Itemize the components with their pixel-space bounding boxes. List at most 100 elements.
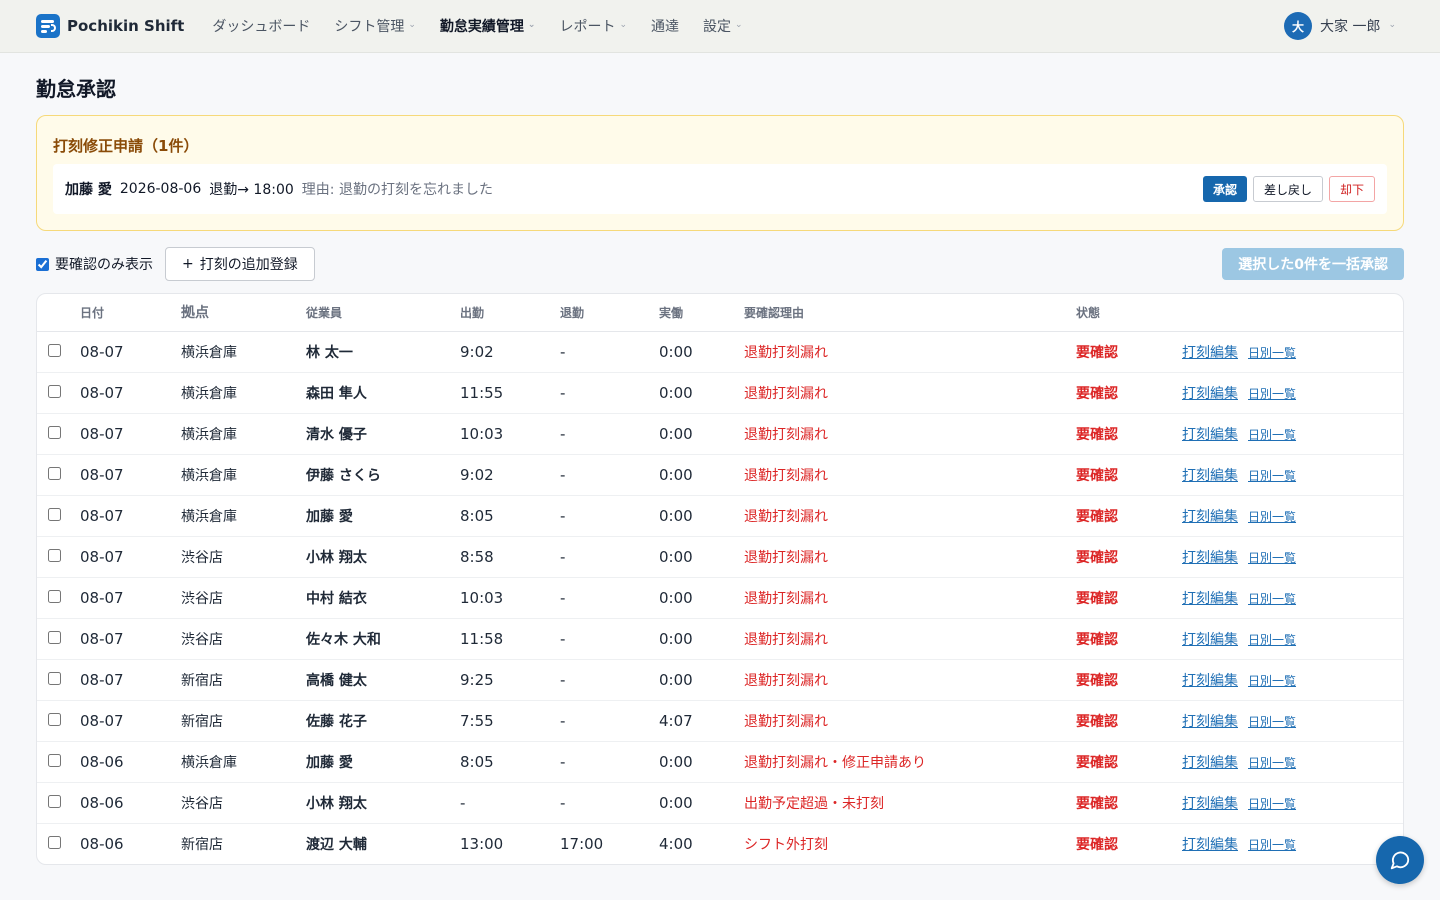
edit-punch-link[interactable]: 打刻編集 [1182, 632, 1238, 648]
cell-site: 横浜倉庫 [181, 495, 306, 537]
add-punch-button[interactable]: + 打刻の追加登録 [165, 247, 315, 281]
cell-site: 横浜倉庫 [181, 413, 306, 455]
daily-list-link[interactable]: 日別一覧 [1248, 551, 1296, 565]
row-checkbox[interactable] [48, 384, 61, 398]
row-checkbox[interactable] [48, 343, 61, 357]
edit-punch-link[interactable]: 打刻編集 [1182, 345, 1238, 361]
cell-reason: 退勤打刻漏れ [744, 413, 1076, 455]
edit-punch-link[interactable]: 打刻編集 [1182, 386, 1238, 402]
row-checkbox[interactable] [48, 753, 61, 767]
cell-actions: 打刻編集 日別一覧 [1182, 659, 1403, 701]
cell-worked: 0:00 [659, 413, 744, 455]
daily-list-link[interactable]: 日別一覧 [1248, 797, 1296, 811]
cell-actions: 打刻編集 日別一覧 [1182, 413, 1403, 455]
cell-reason: 退勤打刻漏れ [744, 331, 1076, 373]
cell-actions: 打刻編集 日別一覧 [1182, 577, 1403, 619]
daily-list-link[interactable]: 日別一覧 [1248, 756, 1296, 770]
cell-worked: 0:00 [659, 536, 744, 578]
main-content: 勤怠承認 打刻修正申請（1件） 加藤 愛 2026-08-06 退勤→ 18:0… [0, 73, 1440, 865]
nav-item-1[interactable]: シフト管理 ⌄ [334, 16, 416, 36]
edit-punch-link[interactable]: 打刻編集 [1182, 837, 1238, 853]
chevron-down-icon: ⌄ [735, 20, 743, 30]
correction-request-title: 打刻修正申請（1件） [53, 137, 199, 155]
nav-item-4[interactable]: 通達 [651, 16, 679, 36]
row-checkbox[interactable] [48, 466, 61, 480]
table-row: 08-06 渋谷店 小林 翔太 - -0:00 出勤予定超過・未打刻 要確認 打刻編集 日別一覧 [37, 782, 1403, 824]
nav-item-2[interactable]: 勤怠実績管理 ⌄ [440, 16, 536, 36]
cell-actions: 打刻編集 日別一覧 [1182, 700, 1403, 742]
cell-reason: 退勤打刻漏れ [744, 536, 1076, 578]
cell-status: 要確認 [1076, 454, 1182, 496]
cell-date: 08-07 [80, 454, 181, 496]
daily-list-link[interactable]: 日別一覧 [1248, 469, 1296, 483]
nav-item-5[interactable]: 設定 ⌄ [703, 16, 743, 36]
col-date: 日付 [80, 294, 181, 332]
cell-employee: 加藤 愛 [306, 741, 460, 783]
daily-list-link[interactable]: 日別一覧 [1248, 674, 1296, 688]
reject-button[interactable]: 却下 [1328, 176, 1375, 202]
chat-bubble-icon [1390, 851, 1410, 870]
edit-punch-link[interactable]: 打刻編集 [1182, 468, 1238, 484]
daily-list-link[interactable]: 日別一覧 [1248, 592, 1296, 606]
edit-punch-link[interactable]: 打刻編集 [1182, 673, 1238, 689]
edit-punch-link[interactable]: 打刻編集 [1182, 550, 1238, 566]
edit-punch-link[interactable]: 打刻編集 [1182, 509, 1238, 525]
chevron-down-icon: ⌄ [619, 20, 627, 30]
top-navbar: Pochikin Shift ダッシュボード シフト管理 ⌄ 勤怠実績管理 ⌄ レポート ⌄… [0, 0, 1440, 53]
approve-button[interactable]: 承認 [1202, 176, 1247, 202]
daily-list-link[interactable]: 日別一覧 [1248, 387, 1296, 401]
cell-actions: 打刻編集 日別一覧 [1182, 782, 1403, 824]
needs-review-filter[interactable]: 要確認のみ表示 [36, 254, 153, 274]
col-status: 状態 [1076, 294, 1182, 332]
cell-clock-in: 11:58 [460, 618, 560, 660]
row-checkbox[interactable] [48, 548, 61, 562]
chevron-down-icon: ⌄ [1388, 20, 1396, 30]
attendance-table-card: 日付 拠点 従業員 出勤 退勤 実働 要確認理由 状態 08-07 横浜倉庫林 太… [36, 293, 1404, 865]
cell-employee: 森田 隼人 [306, 372, 460, 414]
chat-button[interactable] [1376, 836, 1424, 884]
row-checkbox[interactable] [48, 794, 61, 808]
edit-punch-link[interactable]: 打刻編集 [1182, 591, 1238, 607]
needs-review-checkbox[interactable] [36, 257, 49, 271]
cell-worked: 0:00 [659, 495, 744, 537]
cell-site: 横浜倉庫 [181, 372, 306, 414]
col-site: 拠点 [181, 294, 306, 332]
cell-date: 08-07 [80, 372, 181, 414]
cell-clock-in: 8:05 [460, 495, 560, 537]
cell-employee: 伊藤 さくら [306, 454, 460, 496]
edit-punch-link[interactable]: 打刻編集 [1182, 427, 1238, 443]
cell-worked: 0:00 [659, 782, 744, 824]
user-menu[interactable]: 大 大家 一郎 ⌄ [1284, 12, 1396, 40]
row-checkbox[interactable] [48, 630, 61, 644]
row-checkbox[interactable] [48, 507, 61, 521]
nav-item-0[interactable]: ダッシュボード [212, 16, 310, 36]
user-name: 大家 一郎 [1320, 19, 1381, 35]
row-checkbox[interactable] [48, 835, 61, 849]
daily-list-link[interactable]: 日別一覧 [1248, 428, 1296, 442]
row-checkbox[interactable] [48, 589, 61, 603]
cell-worked: 0:00 [659, 372, 744, 414]
daily-list-link[interactable]: 日別一覧 [1248, 510, 1296, 524]
correction-request-panel: 打刻修正申請（1件） 加藤 愛 2026-08-06 退勤→ 18:00 理由:… [36, 115, 1404, 231]
edit-punch-link[interactable]: 打刻編集 [1182, 796, 1238, 812]
nav-item-label: 勤怠実績管理 [439, 19, 524, 35]
daily-list-link[interactable]: 日別一覧 [1248, 715, 1296, 729]
request-change: 退勤→ 18:00 [209, 182, 294, 198]
cell-clock-out: - [560, 454, 659, 496]
cell-reason: 退勤打刻漏れ [744, 577, 1076, 619]
brand[interactable]: Pochikin Shift [36, 14, 184, 38]
daily-list-link[interactable]: 日別一覧 [1248, 346, 1296, 360]
row-checkbox[interactable] [48, 712, 61, 726]
nav-item-3[interactable]: レポート ⌄ [559, 16, 627, 36]
add-punch-label: 打刻の追加登録 [199, 257, 298, 273]
row-checkbox[interactable] [48, 671, 61, 685]
cell-clock-in: 8:58 [460, 536, 560, 578]
daily-list-link[interactable]: 日別一覧 [1248, 633, 1296, 647]
daily-list-link[interactable]: 日別一覧 [1248, 838, 1296, 852]
request-actions: 承認 差し戻し 却下 [1202, 176, 1375, 202]
return-button[interactable]: 差し戻し [1252, 176, 1323, 202]
edit-punch-link[interactable]: 打刻編集 [1182, 755, 1238, 771]
bulk-approve-button[interactable]: 選択した0件を一括承認 [1222, 248, 1404, 280]
row-checkbox[interactable] [48, 425, 61, 439]
edit-punch-link[interactable]: 打刻編集 [1182, 714, 1238, 730]
